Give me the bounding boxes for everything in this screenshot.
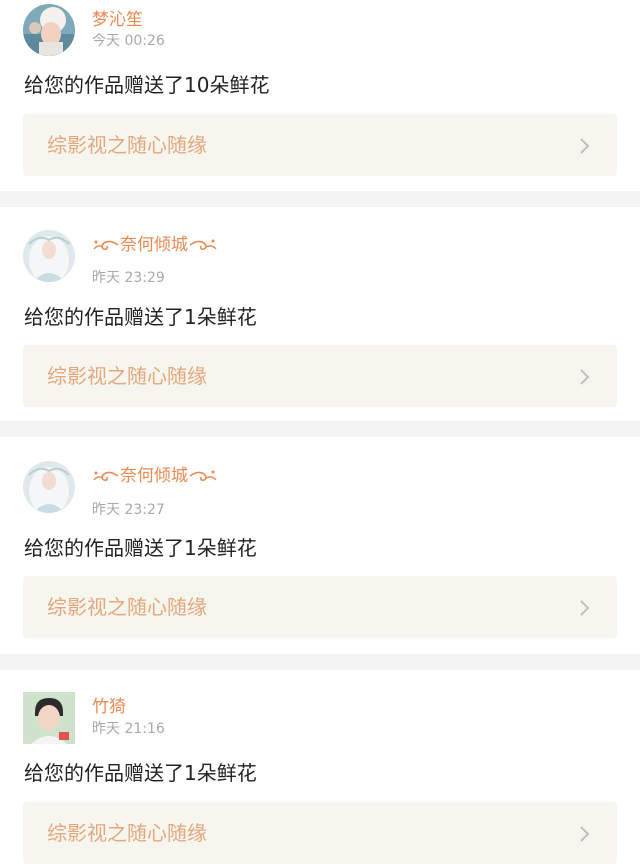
- timestamp: 昨天 23:29: [92, 270, 165, 286]
- chevron-right-icon: [580, 369, 590, 385]
- work-title: 综影视之随心随缘: [47, 595, 207, 619]
- ornament-left-icon: [93, 471, 119, 481]
- chevron-right-icon: [580, 600, 590, 616]
- timestamp: 昨天 21:16: [92, 721, 165, 737]
- avatar[interactable]: [23, 4, 75, 56]
- notification-feed: 梦沁笙 今天 00:26 给您的作品赠送了10朵鲜花 综影视之随心随缘 奈何倾城…: [0, 0, 640, 864]
- timestamp: 昨天 23:27: [92, 502, 165, 518]
- work-link-card[interactable]: 综影视之随心随缘: [23, 345, 617, 407]
- avatar-boy-portrait-icon: [23, 692, 75, 744]
- avatar-white-hair-fairy-icon: [23, 230, 75, 282]
- card-separator: [0, 654, 640, 670]
- username-row: 竹猗: [92, 695, 126, 719]
- timestamp: 今天 00:26: [92, 33, 165, 49]
- chevron-right-icon: [580, 138, 590, 154]
- work-title: 综影视之随心随缘: [47, 364, 207, 388]
- username[interactable]: 奈何倾城: [120, 233, 188, 257]
- work-link-card[interactable]: 综影视之随心随缘: [23, 114, 617, 176]
- avatar-girl-white-cap-icon: [23, 4, 75, 56]
- gift-message: 给您的作品赠送了1朵鲜花: [24, 761, 257, 785]
- notification-card: 竹猗 昨天 21:16 给您的作品赠送了1朵鲜花 综影视之随心随缘: [0, 670, 640, 864]
- card-separator: [0, 421, 640, 437]
- username-row: 梦沁笙: [92, 8, 143, 32]
- notification-card: 梦沁笙 今天 00:26 给您的作品赠送了10朵鲜花 综影视之随心随缘: [0, 0, 640, 191]
- ornament-right-icon: [189, 239, 217, 250]
- gift-message: 给您的作品赠送了1朵鲜花: [24, 536, 257, 560]
- ornament-right-icon: [189, 470, 217, 481]
- notification-card: 奈何倾城 昨天 23:27 给您的作品赠送了1朵鲜花 综影视之随心随缘: [0, 437, 640, 654]
- card-separator: [0, 191, 640, 207]
- username-row: 奈何倾城: [92, 233, 218, 257]
- username[interactable]: 奈何倾城: [120, 464, 188, 488]
- work-title: 综影视之随心随缘: [47, 133, 207, 157]
- work-link-card[interactable]: 综影视之随心随缘: [23, 802, 617, 864]
- work-title: 综影视之随心随缘: [47, 821, 207, 845]
- notification-card: 奈何倾城 昨天 23:29 给您的作品赠送了1朵鲜花 综影视之随心随缘: [0, 207, 640, 421]
- chevron-right-icon: [580, 826, 590, 842]
- avatar-white-hair-fairy-icon: [23, 461, 75, 513]
- username[interactable]: 梦沁笙: [92, 8, 143, 32]
- avatar[interactable]: [23, 692, 75, 744]
- work-link-card[interactable]: 综影视之随心随缘: [23, 576, 617, 638]
- avatar[interactable]: [23, 461, 75, 513]
- ornament-left-icon: [93, 240, 119, 250]
- username-row: 奈何倾城: [92, 464, 218, 488]
- gift-message: 给您的作品赠送了10朵鲜花: [24, 73, 270, 97]
- avatar[interactable]: [23, 230, 75, 282]
- username[interactable]: 竹猗: [92, 695, 126, 719]
- gift-message: 给您的作品赠送了1朵鲜花: [24, 305, 257, 329]
